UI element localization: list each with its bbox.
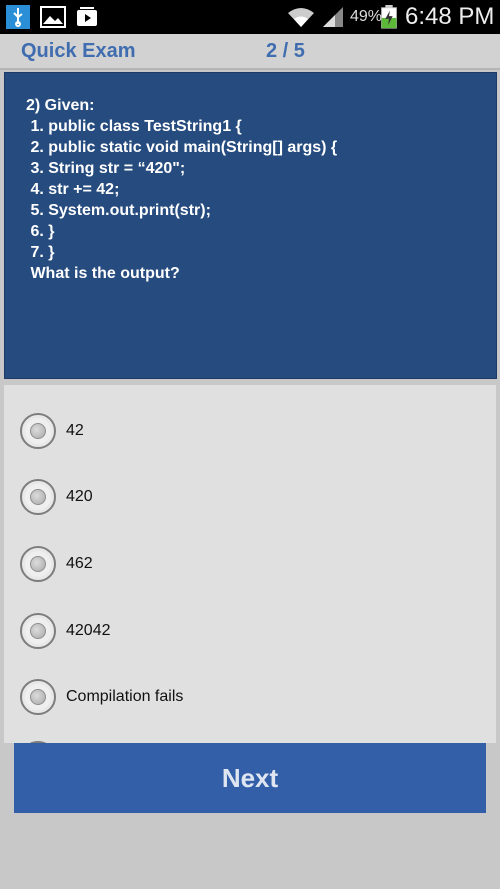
option-420[interactable]: 420 [20, 475, 480, 519]
next-button[interactable]: Next [14, 743, 486, 813]
radio-button[interactable] [20, 546, 56, 582]
option-label: Compilation fails [66, 688, 184, 705]
battery-percent: 49% [350, 8, 383, 25]
radio-dot [30, 489, 46, 505]
option-compilation-fails[interactable]: Compilation fails [20, 675, 480, 719]
battery-charging-icon [381, 5, 397, 29]
usb-icon [6, 5, 30, 29]
video-icon [77, 7, 97, 26]
option-462[interactable]: 462 [20, 542, 480, 586]
wifi-icon [288, 8, 314, 27]
radio-dot [30, 689, 46, 705]
option-label: 462 [66, 555, 93, 572]
clock: 6:48 PM [405, 3, 495, 30]
question-text: 2) Given: 1. public class TestString1 { … [26, 97, 338, 282]
app-header: Quick Exam 2 / 5 [0, 34, 500, 70]
answer-options[interactable]: 42 420 462 42042 Compilation fails [4, 385, 496, 743]
option-label: 42042 [66, 622, 111, 639]
radio-dot [30, 423, 46, 439]
radio-button[interactable] [20, 679, 56, 715]
option-42[interactable]: 42 [20, 409, 480, 453]
signal-icon [323, 7, 343, 27]
radio-dot [30, 556, 46, 572]
radio-button[interactable] [20, 613, 56, 649]
question-panel: 2) Given: 1. public class TestString1 { … [4, 72, 497, 379]
gallery-icon [40, 6, 66, 28]
question-progress: 2 / 5 [266, 40, 305, 62]
option-label: 42 [66, 422, 84, 439]
app-title: Quick Exam [21, 40, 136, 62]
option-label: 420 [66, 488, 93, 505]
radio-dot [30, 623, 46, 639]
radio-button[interactable] [20, 413, 56, 449]
option-42042[interactable]: 42042 [20, 609, 480, 653]
radio-button[interactable] [20, 479, 56, 515]
status-bar: 49% 6:48 PM [0, 0, 500, 34]
